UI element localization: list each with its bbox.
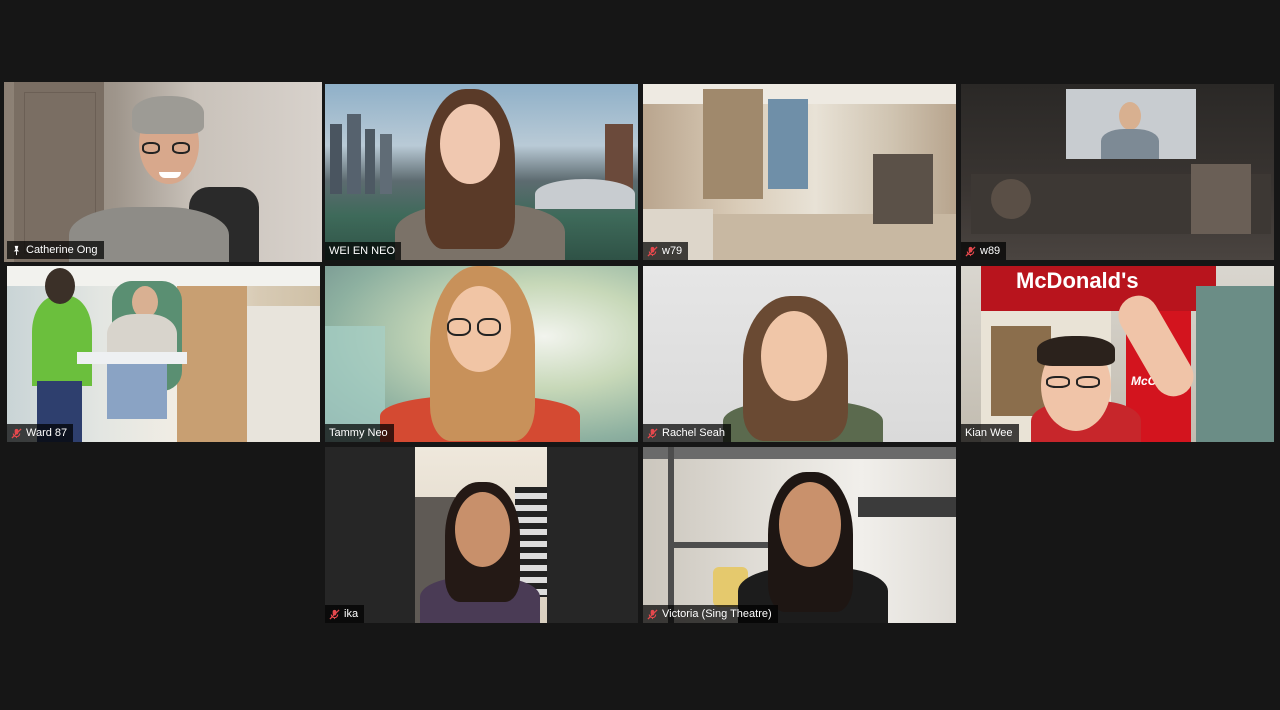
video-feed (325, 84, 638, 260)
participant-name: Ward 87 (26, 427, 68, 439)
name-tag: Kian Wee (961, 424, 1019, 442)
video-tile-victoria-sing-theatre[interactable]: Victoria (Sing Theatre) (643, 447, 956, 623)
mic-muted-icon (965, 245, 976, 257)
video-feed (415, 447, 547, 623)
video-tile-w79[interactable]: w79 (643, 84, 956, 260)
video-feed (7, 266, 320, 442)
mic-muted-icon (647, 608, 658, 620)
name-tag: Rachel Seah (643, 424, 731, 442)
name-tag: w89 (961, 242, 1007, 260)
participant-name: w89 (980, 245, 1001, 257)
video-feed (4, 82, 322, 262)
video-feed: McDonald's McCafé M (961, 266, 1274, 442)
store-sign: McDonald's (1016, 268, 1139, 293)
video-feed (961, 84, 1274, 260)
video-tile-rachel-seah[interactable]: Rachel Seah (643, 266, 956, 442)
pin-icon (11, 245, 22, 256)
video-tile-tammy-neo[interactable]: Tammy Neo (325, 266, 638, 442)
participant-name: ika (344, 608, 359, 620)
participant-name: Tammy Neo (329, 427, 388, 439)
participant-name: Rachel Seah (662, 427, 725, 439)
participant-name: Victoria (Sing Theatre) (662, 608, 772, 620)
name-tag: w79 (643, 242, 689, 260)
participant-name: WEI EN NEO (329, 245, 396, 257)
mic-muted-icon (11, 427, 22, 439)
video-feed (643, 447, 956, 623)
name-tag: Catherine Ong (7, 241, 104, 259)
mic-muted-icon (647, 427, 658, 439)
name-tag: WEI EN NEO (325, 242, 402, 260)
participant-name: w79 (662, 245, 683, 257)
name-tag: Ward 87 (7, 424, 74, 442)
mic-muted-icon (647, 245, 658, 257)
video-tile-kian-wee[interactable]: McDonald's McCafé M Kian Wee (961, 266, 1274, 442)
video-tile-wei-en-neo[interactable]: WEI EN NEO (325, 84, 638, 260)
video-tile-ward-87[interactable]: Ward 87 (7, 266, 320, 442)
video-tile-w89[interactable]: w89 (961, 84, 1274, 260)
name-tag: Victoria (Sing Theatre) (643, 605, 778, 623)
video-feed (325, 266, 638, 442)
name-tag: ika (325, 605, 365, 623)
name-tag: Tammy Neo (325, 424, 394, 442)
video-tile-ika[interactable]: ika (325, 447, 638, 623)
participant-name: Catherine Ong (26, 244, 98, 256)
video-feed (643, 266, 956, 442)
video-tile-catherine-ong[interactable]: Catherine Ong (4, 82, 322, 262)
mic-muted-icon (329, 608, 340, 620)
participant-name: Kian Wee (965, 427, 1013, 439)
video-feed (643, 84, 956, 260)
